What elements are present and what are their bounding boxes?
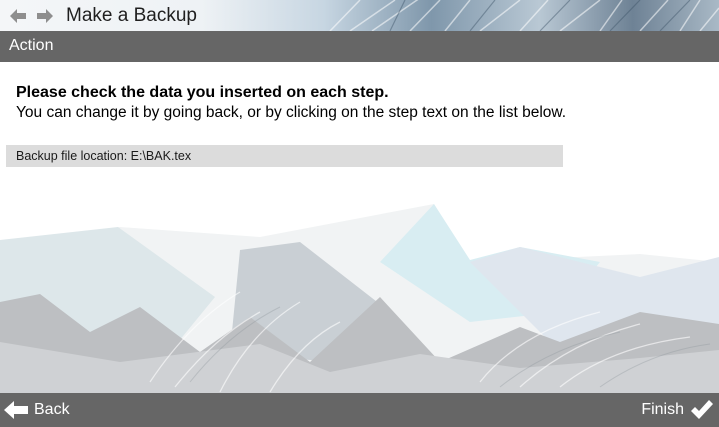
footer-bar: Back Finish xyxy=(0,393,719,427)
finish-button-label: Finish xyxy=(641,401,684,418)
arrow-right-icon[interactable] xyxy=(37,9,53,23)
title-bar: Make a Backup xyxy=(0,0,719,31)
arrow-left-icon[interactable] xyxy=(10,9,26,23)
action-bar: Action xyxy=(0,31,719,62)
arrow-left-icon xyxy=(4,401,28,419)
review-instructions: You can change it by going back, or by c… xyxy=(16,104,567,121)
window-title: Make a Backup xyxy=(66,5,197,26)
summary-item-backup-location[interactable]: Backup file location: E:\BAK.tex xyxy=(6,145,563,167)
review-heading: Please check the data you inserted on ea… xyxy=(16,84,389,101)
back-button-label: Back xyxy=(34,401,70,418)
main-content: Please check the data you inserted on ea… xyxy=(0,62,719,393)
back-button[interactable]: Back xyxy=(4,393,70,427)
summary-item-label: Backup file location: E:\BAK.tex xyxy=(16,149,192,163)
action-label: Action xyxy=(9,37,54,54)
checkmark-icon xyxy=(691,400,713,419)
finish-button[interactable]: Finish xyxy=(641,393,714,427)
